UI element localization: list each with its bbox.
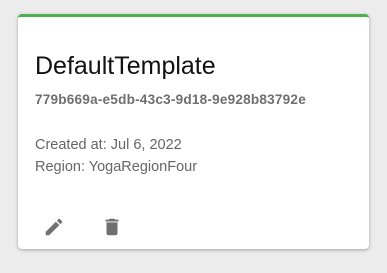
region-value: YogaRegionFour: [88, 159, 198, 175]
created-at-value: Jul 6, 2022: [110, 137, 182, 153]
card-actions: [40, 214, 126, 240]
pencil-icon: [45, 218, 63, 236]
region-line: Region: YogaRegionFour: [35, 157, 197, 177]
delete-button[interactable]: [98, 213, 126, 241]
created-at-label: Created at:: [35, 137, 107, 153]
edit-button[interactable]: [40, 213, 68, 241]
trash-icon: [105, 218, 119, 236]
template-title: DefaultTemplate: [35, 52, 216, 80]
region-label: Region:: [35, 159, 85, 175]
created-at-line: Created at: Jul 6, 2022: [35, 135, 182, 155]
template-card: DefaultTemplate 779b669a-e5db-43c3-9d18-…: [18, 14, 369, 249]
template-id: 779b669a-e5db-43c3-9d18-9e928b83792e: [35, 92, 306, 107]
